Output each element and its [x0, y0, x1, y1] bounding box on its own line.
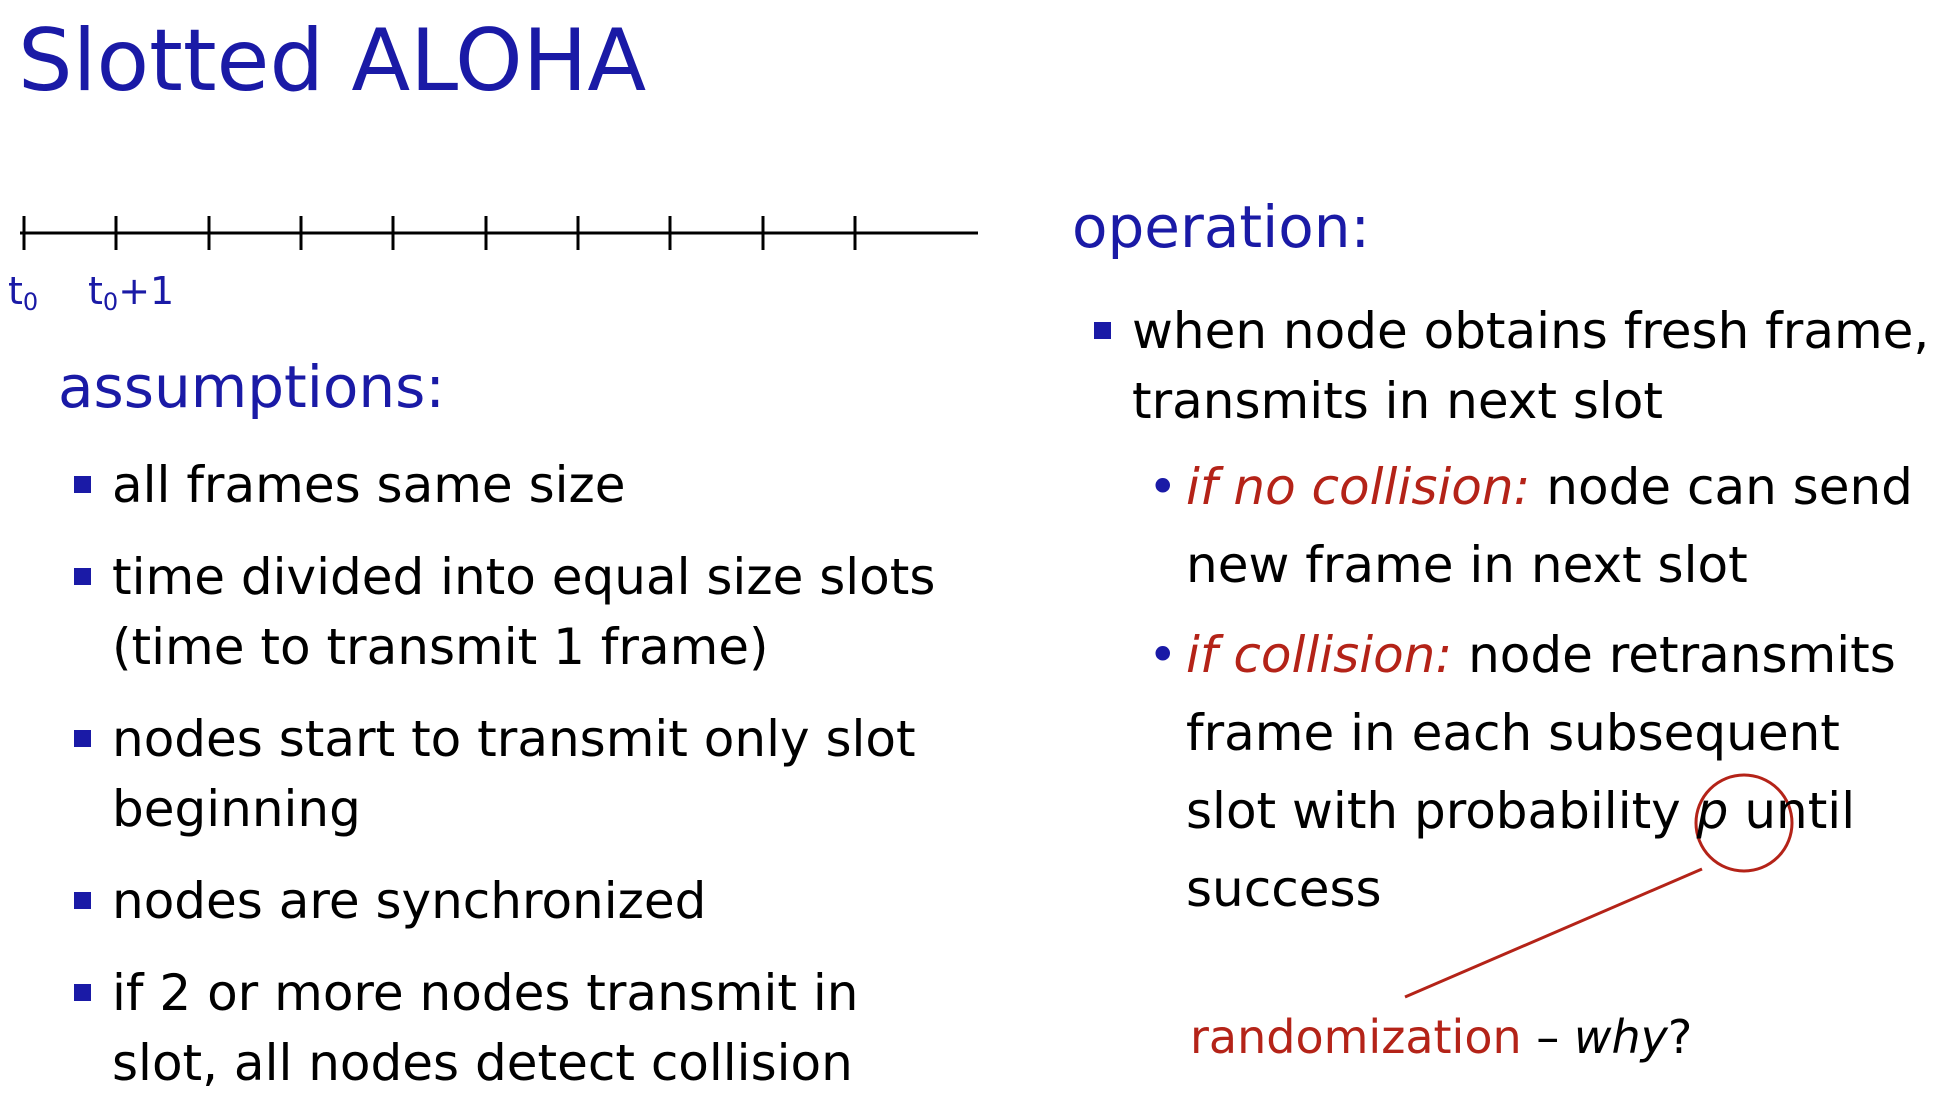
operation-subitem-no-collision: • if no collision: node can send new fram… — [1146, 448, 1940, 604]
operation-subitem-collision: • if collision: node retransmits frame in… — [1146, 616, 1940, 928]
assumption-item: all frames same size — [74, 450, 974, 520]
square-bullet-icon — [74, 730, 91, 747]
square-bullet-icon — [74, 892, 91, 909]
probability-variable: p — [1696, 782, 1729, 840]
square-bullet-icon — [74, 568, 91, 585]
condition-label: if collision: — [1186, 626, 1453, 684]
operation-list: when node obtains fresh frame, transmits… — [1094, 296, 1940, 950]
assumption-item: nodes are synchronized — [74, 866, 974, 936]
tick-label-t0-plus-1: t0+1 — [88, 269, 175, 316]
assumptions-heading: assumptions: — [58, 353, 445, 421]
condition-label: if no collision: — [1186, 458, 1531, 516]
randomization-callout: randomization – why? — [1190, 1010, 1693, 1064]
assumption-item: if 2 or more nodes transmit in slot, all… — [74, 958, 974, 1098]
round-bullet-icon: • — [1148, 458, 1178, 516]
square-bullet-icon — [1094, 322, 1111, 339]
square-bullet-icon — [74, 984, 91, 1001]
round-bullet-icon: • — [1148, 626, 1178, 684]
assumption-item: time divided into equal size slots (time… — [74, 542, 974, 682]
operation-sublist: • if no collision: node can send new fram… — [1132, 448, 1940, 928]
operation-heading: operation: — [1072, 193, 1371, 261]
operation-item: when node obtains fresh frame, transmits… — [1094, 296, 1940, 928]
assumptions-list: all frames same size time divided into e… — [74, 450, 974, 1120]
tick-label-t0: t0 — [8, 269, 39, 316]
square-bullet-icon — [74, 476, 91, 493]
assumption-item: nodes start to transmit only slot beginn… — [74, 704, 974, 844]
